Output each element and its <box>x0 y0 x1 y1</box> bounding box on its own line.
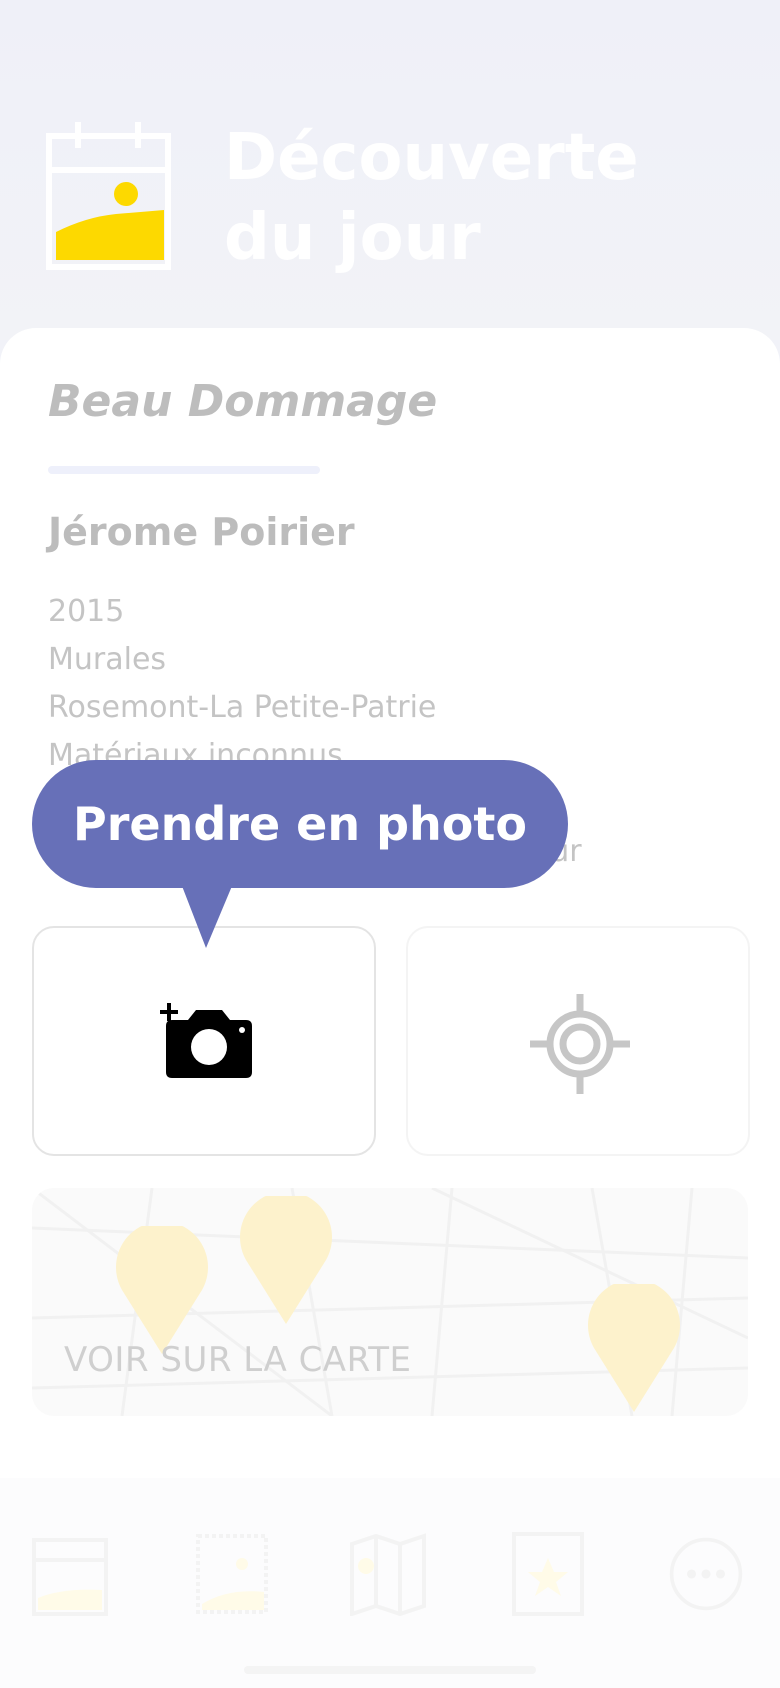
tooltip-pointer <box>182 886 232 948</box>
divider <box>48 466 320 474</box>
take-photo-button[interactable] <box>32 926 376 1156</box>
tab-more-icon[interactable] <box>668 1532 744 1616</box>
tab-calendar-icon[interactable] <box>32 1532 108 1616</box>
calendar-image-icon <box>46 122 171 270</box>
home-indicator <box>244 1666 536 1674</box>
title-line2: du jour <box>224 201 481 275</box>
detail-category: Murales <box>48 642 167 677</box>
tab-map-icon[interactable] <box>350 1532 426 1616</box>
tab-favorites-icon[interactable] <box>510 1532 586 1616</box>
tab-gallery-icon[interactable] <box>194 1532 270 1616</box>
title-line1: Découverte <box>224 121 639 195</box>
camera-add-icon <box>160 1003 252 1078</box>
map-pin-icon <box>116 1226 208 1354</box>
photo-tooltip-text: Prendre en photo <box>72 797 527 851</box>
map-link-label[interactable]: VOIR SUR LA CARTE <box>64 1340 411 1380</box>
target-icon <box>530 994 630 1094</box>
detail-borough: Rosemont-La Petite-Patrie <box>48 690 437 725</box>
artwork-title: Beau Dommage <box>48 376 438 427</box>
artist-name: Jérome Poirier <box>48 510 355 554</box>
map-pin-icon <box>240 1196 332 1324</box>
photo-tooltip: Prendre en photo <box>32 760 568 888</box>
locate-button[interactable] <box>406 926 750 1156</box>
page-title: Découverte du jour <box>224 118 639 278</box>
detail-year: 2015 <box>48 594 125 629</box>
map-pin-icon <box>588 1284 680 1412</box>
